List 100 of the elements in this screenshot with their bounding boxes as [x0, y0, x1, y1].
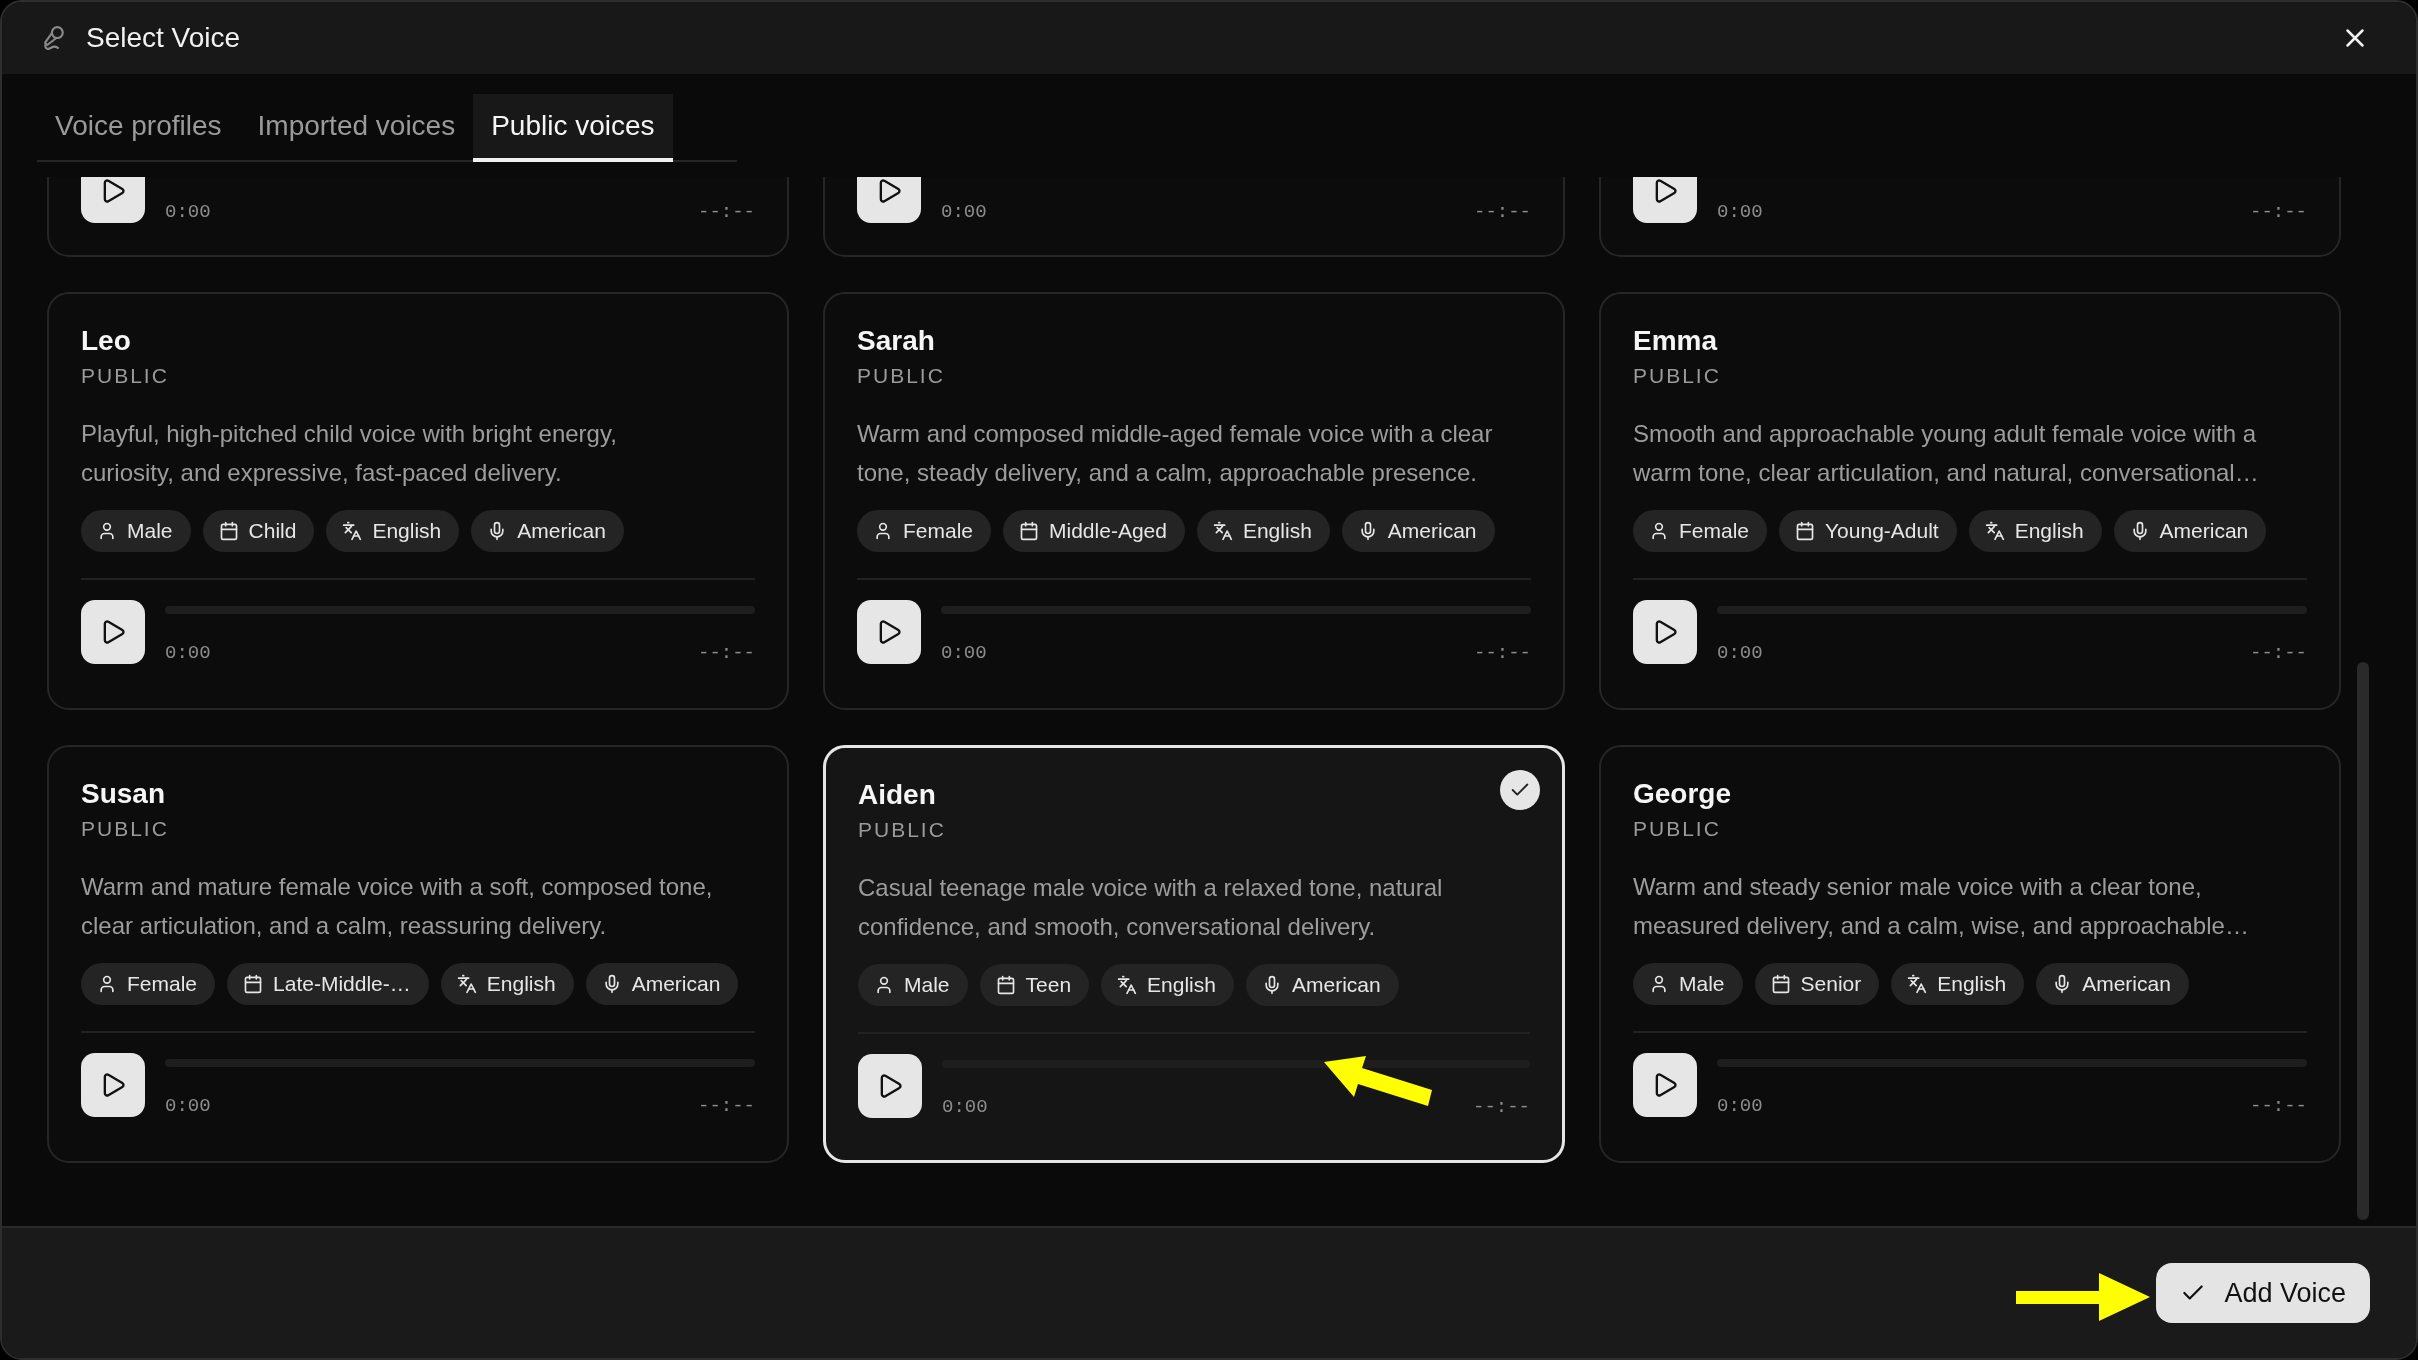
voice-tag: Female [1633, 510, 1768, 552]
voice-name: Leo [81, 324, 131, 358]
duration: --:-- [1474, 642, 1531, 664]
person-icon [874, 975, 894, 995]
calendar-icon [1770, 974, 1791, 994]
duration: --:-- [698, 201, 755, 223]
voice-tag: English [1968, 510, 2102, 552]
voice-tag: Teen [979, 964, 1090, 1006]
play-button[interactable] [857, 177, 921, 223]
voice-tag: American [1245, 964, 1399, 1006]
person-icon [97, 521, 117, 541]
voice-tag: American [471, 510, 624, 552]
voice-tag: Female [81, 963, 216, 1005]
voice-tag: American [2113, 510, 2267, 552]
voice-card[interactable]: 0:00 --:-- [823, 177, 1565, 257]
voice-card[interactable]: George PUBLIC Warm and steady senior male voice with a clear tone, measured delivery, and a calm, wise, and approachable… Male Senior English American 0:00 --:-- [1599, 745, 2341, 1163]
voice-tag: English [1101, 964, 1234, 1006]
tab[interactable]: Public voices [473, 94, 673, 162]
voice-card[interactable]: Emma PUBLIC Smooth and approachable young adult female voice with a warm tone, clear articulation, and natural, conversational… Female Young-Adult English American 0:00 --:-- [1599, 292, 2341, 710]
voice-tag: Male [858, 964, 968, 1006]
scrollbar-thumb[interactable] [2357, 662, 2369, 1220]
current-time: 0:00 [165, 201, 211, 223]
current-time: 0:00 [1717, 201, 1763, 223]
voice-tag: Middle-Aged [1003, 510, 1185, 552]
voice-name: Sarah [857, 324, 935, 358]
voice-name: Susan [81, 777, 166, 811]
calendar-icon [243, 974, 264, 994]
play-button[interactable] [1633, 177, 1697, 223]
voice-card[interactable]: Leo PUBLIC Playful, high-pitched child voice with bright energy, curiosity, and expressive, fast-paced delivery. Male Child English American 0:00 --:-- [47, 292, 789, 710]
current-time: 0:00 [1717, 642, 1763, 664]
voice-card[interactable]: Susan PUBLIC Warm and mature female voice with a soft, composed tone, clear articulation, and a calm, reassuring delivery. Female Late-Middle-… English American 0:00 --:-- [47, 745, 789, 1163]
voice-tag: American [585, 963, 739, 1005]
duration: --:-- [1473, 1096, 1530, 1118]
voice-tag: English [440, 963, 574, 1005]
voice-tag: Young-Adult [1779, 510, 1957, 552]
play-button[interactable] [1633, 1053, 1697, 1117]
play-button[interactable] [858, 1054, 922, 1118]
voice-tag: English [326, 510, 460, 552]
current-time: 0:00 [1717, 1095, 1763, 1117]
voice-description: Warm and mature female voice with a soft, composed tone, clear articulation, and a calm, reassuring delivery. [81, 872, 714, 941]
visibility-label: PUBLIC [81, 817, 169, 841]
duration: --:-- [2250, 1095, 2307, 1117]
voice-description: Warm and composed middle-aged female voice with a clear tone, steady delivery, and a calm, approachable presence. [857, 419, 1494, 488]
voice-description: Casual teenage male voice with a relaxed tone, natural confidence, and smooth, conversational delivery. [858, 873, 1444, 942]
voice-tag: Female [857, 510, 992, 552]
current-time: 0:00 [165, 1095, 211, 1117]
voice-tag: Late-Middle-… [227, 963, 429, 1005]
voice-description: Playful, high-pitched child voice with bright energy, curiosity, and expressive, fast-paced delivery. [81, 419, 618, 488]
translate-icon [456, 974, 477, 994]
visibility-label: PUBLIC [858, 818, 946, 842]
voice-tag: English [1196, 510, 1330, 552]
visibility-label: PUBLIC [81, 364, 169, 388]
current-time: 0:00 [941, 201, 987, 223]
voice-tag: American [2036, 963, 2189, 1005]
voice-tag: Male [81, 510, 191, 552]
play-button[interactable] [1633, 600, 1697, 664]
duration: --:-- [698, 1095, 755, 1117]
duration: --:-- [2250, 642, 2307, 664]
voice-tag: Senior [1754, 963, 1880, 1005]
tab[interactable]: Imported voices [239, 94, 474, 162]
voice-tag: American [1341, 510, 1495, 552]
play-button[interactable] [81, 1053, 145, 1117]
voice-tag: English [1891, 963, 2025, 1005]
voice-card[interactable]: 0:00 --:-- [1599, 177, 2341, 257]
calendar-icon [1795, 521, 1816, 541]
voice-card[interactable]: 0:00 --:-- [47, 177, 789, 257]
person-icon [873, 521, 893, 541]
calendar-icon [218, 521, 239, 541]
duration: --:-- [1474, 201, 1531, 223]
voice-card[interactable]: Aiden PUBLIC Casual teenage male voice with a relaxed tone, natural confidence, and smooth, conversational delivery. Male Teen English American 0:00 --:-- [823, 745, 1565, 1163]
person-icon [1649, 974, 1669, 994]
play-button[interactable] [81, 600, 145, 664]
progress-track[interactable] [942, 1060, 1530, 1068]
person-icon [97, 974, 117, 994]
calendar-icon [1019, 521, 1040, 541]
voice-name: Aiden [858, 778, 936, 812]
current-time: 0:00 [941, 642, 987, 664]
voice-tag: Child [202, 510, 315, 552]
play-button[interactable] [81, 177, 145, 223]
visibility-label: PUBLIC [1633, 364, 1721, 388]
visibility-label: PUBLIC [857, 364, 945, 388]
tab[interactable]: Voice profiles [37, 94, 240, 162]
translate-icon [342, 521, 363, 541]
voice-card[interactable]: Sarah PUBLIC Warm and composed middle-aged female voice with a clear tone, steady delivery, and a calm, approachable presence. Female Middle-Aged English American 0:00 --:-- [823, 292, 1565, 710]
translate-icon [1984, 521, 2005, 541]
voice-tag: Male [1633, 963, 1743, 1005]
visibility-label: PUBLIC [1633, 817, 1721, 841]
current-time: 0:00 [942, 1096, 988, 1118]
play-button[interactable] [857, 600, 921, 664]
add-voice-button[interactable]: Add Voice [2156, 1263, 2370, 1323]
voice-description: Warm and steady senior male voice with a clear tone, measured delivery, and a calm, wise, and approachable… [1633, 872, 2250, 941]
current-time: 0:00 [165, 642, 211, 664]
dialog-title: Select Voice [86, 22, 242, 54]
duration: --:-- [2250, 201, 2307, 223]
person-icon [1649, 521, 1669, 541]
voice-description: Smooth and approachable young adult female voice with a warm tone, clear articulation, and natural, conversational… [1633, 419, 2260, 488]
translate-icon [1907, 974, 1928, 994]
calendar-icon [995, 975, 1016, 995]
voice-name: Emma [1633, 324, 1718, 358]
translate-icon [1212, 521, 1233, 541]
